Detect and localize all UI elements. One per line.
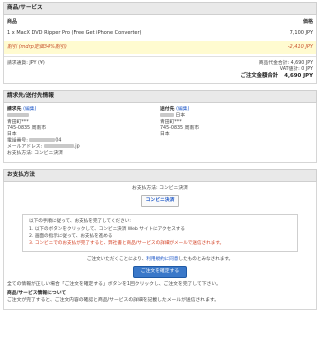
confirm-area: ご注文を確定する — [4, 266, 316, 279]
order-total: ご注文金額合計 4,690 JPY — [240, 73, 313, 80]
redacted-email — [43, 144, 74, 149]
billing-edit-link[interactable]: (編集) — [23, 107, 36, 112]
product-price: 7,100 JPY — [289, 30, 313, 37]
products-header: 商品 価格 — [4, 15, 316, 27]
payment-method-area: お支払方法: コンビニ決済 コンビニ決済 — [4, 182, 316, 211]
footer-info: 全ての情報が正しい場合「ご注文を確定する」ボタンを1回クリックし、ご注文を完了し… — [4, 278, 316, 309]
konbini-button[interactable]: コンビニ決済 — [140, 194, 180, 207]
billing-title: 請求先 — [7, 107, 22, 113]
total-label: ご注文金額合計 — [240, 72, 279, 79]
payment-section: お支払方法 お支払方法: コンビニ決済 コンビニ決済 以下の手順に従って、お支払… — [3, 168, 317, 310]
total-value: 4,690 JPY — [284, 72, 313, 79]
products-box: 商品 価格 1 x MacX DVD Ripper Pro (Free Get … — [3, 14, 317, 85]
currency-label: 請求通貨: JPY (¥) — [7, 60, 45, 66]
confirm-order-button[interactable]: ご注文を確定する — [132, 266, 188, 279]
discount-row: 割引 (mdrp定価34%割引) -2,410 JPY — [4, 41, 316, 54]
redacted-phone — [29, 137, 56, 142]
shipping-name-suffix: 日本 — [175, 113, 186, 119]
phone-suffix: 04 — [55, 138, 62, 144]
address-section-title: 請求先/送付先情報 — [3, 90, 317, 104]
checkout-page: 商品/サービス 商品 価格 1 x MacX DVD Ripper Pro (F… — [0, 0, 320, 357]
discount-value: -2,410 JPY — [287, 44, 313, 51]
redacted-name — [160, 113, 174, 118]
terms-note-before: ご注文いただくことにより、 — [86, 257, 147, 263]
col-price-label: 価格 — [302, 18, 313, 25]
product-row: 1 x MacX DVD Ripper Pro (Free Get iPhone… — [4, 27, 316, 39]
konbini-button-label: コンビニ決済 — [145, 197, 175, 203]
instruction-step: 2. 画面の指示に従って、お支払を進める — [29, 234, 113, 240]
billing-pay-method: お支払方法: コンビニ決済 — [7, 150, 63, 156]
shipping-line: 日本 — [160, 131, 170, 137]
footer-line: 全ての情報が正しい場合「ご注文を確定する」ボタンを1回クリックし、ご注文を完了し… — [7, 282, 221, 288]
product-name: 1 x MacX DVD Ripper Pro (Free Get iPhone… — [7, 30, 142, 37]
payment-instructions: 以下の手順に従って、お支払を完了してください: 1. 以下のボタンをクリックして… — [22, 213, 298, 253]
shipping-address: 送付先 (編集) 日本 青田町*** 745-0835 周南市 日本 — [160, 107, 313, 156]
payment-method-label: お支払方法: コンビニ決済 — [132, 185, 188, 191]
terms-note-after: したものとみなされます。 — [178, 257, 234, 263]
instructions-lead: 以下の手順に従って、お支払を完了してください: — [29, 218, 131, 224]
order-summary: 請求通貨: JPY (¥) 商品代金合計: 4,690 JPY VAT値計: 0… — [4, 55, 316, 84]
address-section: 請求先/送付先情報 請求先 (編集) 青田町*** 745-0835 周南市 日… — [3, 90, 317, 163]
col-product-label: 商品 — [7, 18, 18, 25]
payment-box: お支払方法: コンビニ決済 コンビニ決済 以下の手順に従って、お支払を完了してく… — [3, 181, 317, 310]
email-label: メールアドレス: — [7, 144, 43, 150]
email-suffix: .jp — [73, 144, 80, 150]
payment-section-title: お支払方法 — [3, 168, 317, 182]
shipping-title: 送付先 — [160, 107, 175, 113]
products-section-title: 商品/サービス — [3, 2, 317, 15]
discount-label: 割引 (mdrp定価34%割引) — [7, 44, 67, 51]
redacted-name — [7, 113, 29, 118]
instruction-step: 3. コンビニでのお支払が完了すると、弊社書と商品/サービスの詳細がメールで送信… — [29, 240, 225, 246]
billing-address: 請求先 (編集) 青田町*** 745-0835 周南市 日本 電話番号: 04… — [7, 107, 160, 156]
footer-heading: 商品/サービス情報について — [7, 291, 67, 297]
terms-note: ご注文いただくことにより、利用規約に同意したものとみなされます。 — [4, 257, 316, 263]
products-section: 商品/サービス 商品 価格 1 x MacX DVD Ripper Pro (F… — [3, 2, 317, 85]
footer-detail: ご注文が完了すると、ご注文内容の確認と商品/サービスの詳細を記載したメールが送信… — [7, 298, 220, 304]
phone-label: 電話番号: — [7, 138, 28, 144]
shipping-edit-link[interactable]: (編集) — [176, 107, 189, 112]
terms-link[interactable]: 利用規約に同意 — [146, 257, 178, 262]
address-box: 請求先 (編集) 青田町*** 745-0835 周南市 日本 電話番号: 04… — [3, 103, 317, 163]
